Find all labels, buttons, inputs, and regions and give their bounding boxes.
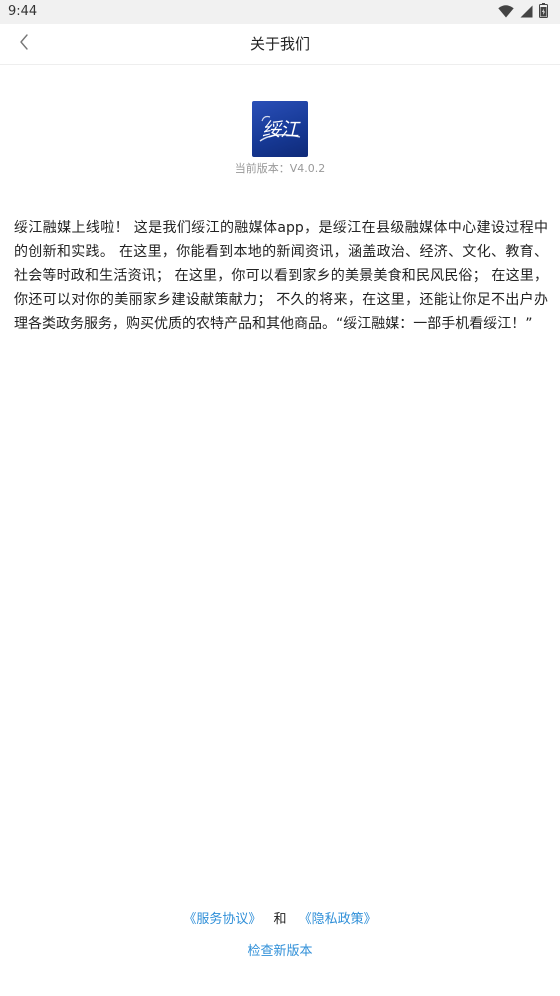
about-us-screen: 9:44 关于我们 绥江 当前版本：V4.0.2 绥江融媒上线啦！ 这是我们绥江… xyxy=(0,0,560,996)
app-logo: 绥江 xyxy=(252,101,308,157)
service-agreement-link[interactable]: 《服务协议》 xyxy=(183,912,261,927)
status-icons xyxy=(498,2,548,22)
check-update-row: 检查新版本 xyxy=(0,942,560,962)
and-text: 和 xyxy=(273,912,287,927)
check-update-link[interactable]: 检查新版本 xyxy=(247,944,312,959)
status-bar: 9:44 xyxy=(0,0,560,24)
logo-text: 绥江 xyxy=(261,119,299,141)
agreement-links: 《服务协议》 和 《隐私政策》 xyxy=(0,910,560,930)
status-time: 9:44 xyxy=(8,4,38,19)
navigation-bar: 关于我们 xyxy=(0,24,560,65)
wifi-icon xyxy=(498,3,514,22)
app-description: 绥江融媒上线啦！ 这是我们绥江的融媒体app，是绥江在县级融媒体中心建设过程中的… xyxy=(14,220,548,332)
page-title: 关于我们 xyxy=(249,35,310,53)
privacy-policy-link[interactable]: 《隐私政策》 xyxy=(299,912,377,927)
signal-icon xyxy=(520,3,533,22)
version-label: 当前版本：V4.0.2 xyxy=(234,162,326,175)
battery-icon xyxy=(539,2,548,22)
